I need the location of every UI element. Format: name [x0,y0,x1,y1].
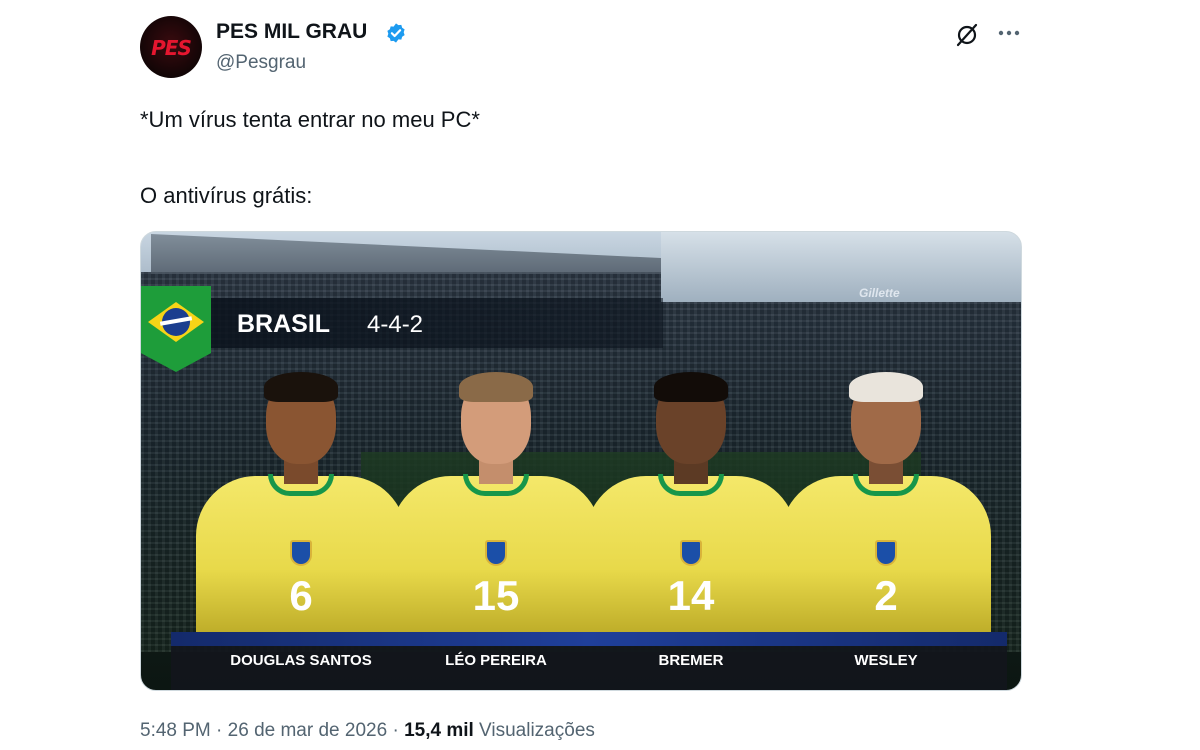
player-card: 6 [196,370,406,632]
blue-strip [171,632,1007,646]
sponsor-sign: Gillette [859,286,900,300]
tweet-text-line1: *Um vírus tenta entrar no meu PC* [140,107,480,132]
more-options-icon[interactable] [996,20,1022,46]
tweet-media-image[interactable]: Gillette BRASIL 4-4-2 6 15 14 2 DOUGLAS … [140,231,1022,691]
meta-separator: · [387,720,405,741]
cbf-crest-icon [875,540,897,566]
tweet-time[interactable]: 5:48 PM [140,720,211,741]
meta-separator: · [210,720,228,741]
tweet-meta: 5:48 PM · 26 de mar de 2026 · 15,4 mil V… [140,720,595,742]
tweet-date[interactable]: 26 de mar de 2026 [228,720,388,741]
avatar-logo: PES [151,36,192,60]
player-name: WESLEY [854,652,918,669]
player-number: 6 [289,572,313,619]
player-card: 14 [586,370,796,632]
player-name: BREMER [658,652,724,669]
avatar[interactable]: PES [140,16,202,78]
cbf-crest-icon [680,540,702,566]
tweet-text-line2: O antivírus grátis: [140,183,313,208]
player-card: 15 [391,370,601,632]
team-formation: 4-4-2 [367,311,424,338]
player-card: 2 [781,370,991,632]
author-display-name[interactable]: PES MIL GRAU [216,20,367,44]
player-number: 2 [874,572,898,619]
verified-badge-icon [387,23,405,43]
team-name: BRASIL [237,310,331,338]
player-name: LÉO PEREIRA [445,652,547,669]
grok-icon[interactable] [954,22,980,48]
author-handle[interactable]: @Pesgrau [216,52,306,74]
player-number: 15 [472,572,520,619]
views-label: Visualizações [473,720,595,741]
player-number: 14 [667,572,715,619]
views-count: 15,4 mil [404,720,474,741]
tweet: PES PES MIL GRAU @Pesgrau *Um vírus tent… [0,0,1200,750]
stadium-roof [151,234,661,274]
cbf-crest-icon [290,540,312,566]
cbf-crest-icon [485,540,507,566]
sky [661,232,1021,302]
player-name: DOUGLAS SANTOS [230,652,372,669]
